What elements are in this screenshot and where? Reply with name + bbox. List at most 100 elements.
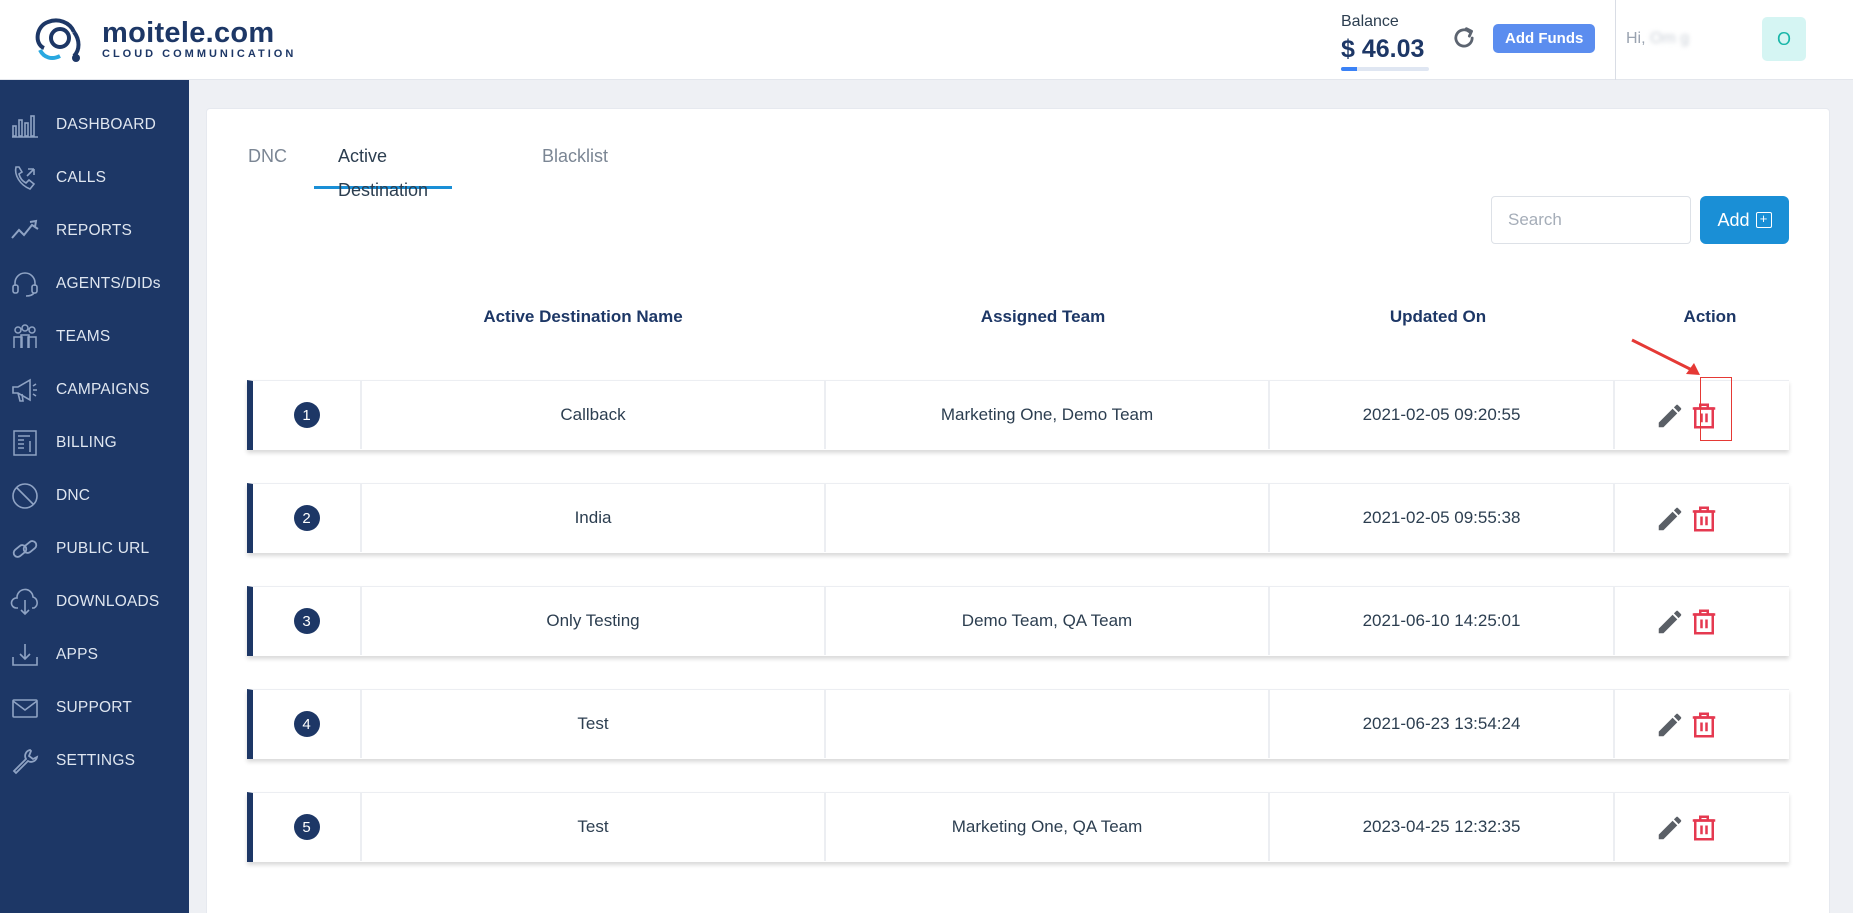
column-header-action: Action <box>1683 307 1737 326</box>
sidebar-item-label: DOWNLOADS <box>56 593 160 610</box>
top-header: moitele.com CLOUD COMMUNICATION Balance … <box>0 0 1853 80</box>
sidebar-item-label: AGENTS/DIDs <box>56 275 161 292</box>
row-index-cell: 3 <box>253 587 362 655</box>
link-icon <box>12 540 38 558</box>
calls-icon <box>14 166 36 190</box>
dashboard-icon <box>12 115 38 138</box>
teams-icon <box>13 324 37 348</box>
cell-name: Test <box>362 793 826 861</box>
add-button-label: Add <box>1717 209 1750 230</box>
cell-team <box>826 484 1270 552</box>
cell-team: Marketing One, QA Team <box>826 793 1270 861</box>
add-funds-button[interactable]: Add Funds <box>1493 24 1596 53</box>
sidebar-item-label: TEAMS <box>56 328 111 345</box>
balance-label: Balance <box>1341 13 1399 30</box>
tab-blacklist[interactable]: Blacklist <box>518 139 632 189</box>
row-index-cell: 4 <box>253 690 362 758</box>
sidebar-item-dnc[interactable]: DNC <box>0 476 189 516</box>
headset-icon <box>12 272 38 297</box>
add-button[interactable]: Add + <box>1700 196 1789 244</box>
column-header-name: Active Destination Name <box>483 307 683 326</box>
table-row: 4 Test 2021-06-23 13:54:24 <box>247 689 1789 759</box>
table-row: 2 India 2021-02-05 09:55:38 <box>247 483 1789 553</box>
sidebar-item-dashboard[interactable]: DASHBOARD <box>0 105 189 145</box>
sidebar-item-label: DNC <box>56 487 91 504</box>
cell-name: Only Testing <box>362 587 826 655</box>
megaphone-icon <box>12 378 37 402</box>
user-greeting[interactable]: Hi, Om g <box>1626 30 1689 48</box>
tab-dnc[interactable]: DNC <box>224 139 311 189</box>
refresh-icon[interactable] <box>1450 24 1478 52</box>
cell-updated: 2021-02-05 09:55:38 <box>1270 484 1615 552</box>
sidebar-item-label: APPS <box>56 646 99 663</box>
balance-progress-bar <box>1341 67 1429 71</box>
table-row: 3 Only Testing Demo Team, QA Team 2021-0… <box>247 586 1789 656</box>
table-row: 1 Callback Marketing One, Demo Team 2021… <box>247 380 1789 450</box>
edit-pencil-icon[interactable] <box>1655 504 1685 534</box>
row-index-cell: 1 <box>253 381 362 449</box>
cell-updated: 2021-06-10 14:25:01 <box>1270 587 1615 655</box>
sidebar-item-downloads[interactable]: DOWNLOADS <box>0 582 189 622</box>
user-avatar[interactable]: O <box>1762 17 1806 61</box>
sidebar-item-support[interactable]: SUPPORT <box>0 688 189 728</box>
cell-updated: 2023-04-25 12:32:35 <box>1270 793 1615 861</box>
sidebar-item-label: DASHBOARD <box>56 116 156 133</box>
row-number: 5 <box>293 814 320 840</box>
search-input[interactable] <box>1491 196 1691 244</box>
tab-active-destination[interactable]: Active Destination <box>314 139 453 200</box>
sidebar-item-agents-dids[interactable]: AGENTS/DIDs <box>0 264 189 304</box>
logo[interactable]: moitele.com CLOUD COMMUNICATION <box>30 14 296 64</box>
sidebar-item-label: SUPPORT <box>56 699 133 716</box>
header-divider <box>1615 0 1616 80</box>
sidebar: DASHBOARD CALLS REPORTS AGENTS/DIDs TEAM… <box>0 80 189 913</box>
cloud-download-icon <box>10 588 38 616</box>
sidebar-item-calls[interactable]: CALLS <box>0 158 189 198</box>
row-number: 4 <box>293 711 320 737</box>
sidebar-item-label: CAMPAIGNS <box>56 381 150 398</box>
main-card: DNC Active Destination Blacklist Add + Ac… <box>206 108 1830 913</box>
reports-icon <box>11 219 39 239</box>
sidebar-item-label: SETTINGS <box>56 752 136 769</box>
edit-pencil-icon[interactable] <box>1655 607 1685 637</box>
cell-team: Marketing One, Demo Team <box>826 381 1270 449</box>
mail-icon <box>12 699 38 718</box>
cell-team <box>826 690 1270 758</box>
delete-trash-icon[interactable] <box>1689 813 1719 843</box>
edit-pencil-icon[interactable] <box>1655 813 1685 843</box>
sidebar-item-settings[interactable]: SETTINGS <box>0 741 189 781</box>
block-icon <box>12 483 38 509</box>
cell-name: India <box>362 484 826 552</box>
cell-updated: 2021-06-23 13:54:24 <box>1270 690 1615 758</box>
delete-trash-icon[interactable] <box>1689 607 1719 637</box>
cell-name: Test <box>362 690 826 758</box>
plus-square-icon: + <box>1755 212 1772 228</box>
row-number: 1 <box>293 402 320 428</box>
wrench-icon <box>12 749 39 775</box>
row-index-cell: 5 <box>253 793 362 861</box>
row-number: 3 <box>293 608 320 634</box>
row-number: 2 <box>293 505 320 531</box>
balance-widget: Balance $ 46.03 <box>1341 13 1429 71</box>
column-header-team: Assigned Team <box>980 307 1106 326</box>
column-header-updated: Updated On <box>1389 307 1487 326</box>
greeting-prefix: Hi, <box>1626 30 1650 47</box>
brand-tagline: CLOUD COMMUNICATION <box>102 48 297 60</box>
annotation-arrow-icon <box>1631 338 1700 375</box>
sidebar-item-label: REPORTS <box>56 222 133 239</box>
sidebar-item-public-url[interactable]: PUBLIC URL <box>0 529 189 569</box>
edit-pencil-icon[interactable] <box>1655 710 1685 740</box>
sidebar-item-label: PUBLIC URL <box>56 540 150 557</box>
greeting-name: Om g <box>1650 30 1690 47</box>
sidebar-item-billing[interactable]: BILLING <box>0 423 189 463</box>
edit-pencil-icon[interactable] <box>1655 401 1685 431</box>
balance-progress-fill <box>1341 67 1357 71</box>
delete-trash-icon[interactable] <box>1689 504 1719 534</box>
sidebar-item-teams[interactable]: TEAMS <box>0 317 189 357</box>
brand-name: moitele.com <box>102 17 275 49</box>
download-tray-icon <box>12 644 38 666</box>
sidebar-item-campaigns[interactable]: CAMPAIGNS <box>0 370 189 410</box>
table-row: 5 Test Marketing One, QA Team 2023-04-25… <box>247 792 1789 862</box>
delete-trash-icon[interactable] <box>1689 710 1719 740</box>
sidebar-item-apps[interactable]: APPS <box>0 635 189 675</box>
sidebar-item-reports[interactable]: REPORTS <box>0 211 189 251</box>
